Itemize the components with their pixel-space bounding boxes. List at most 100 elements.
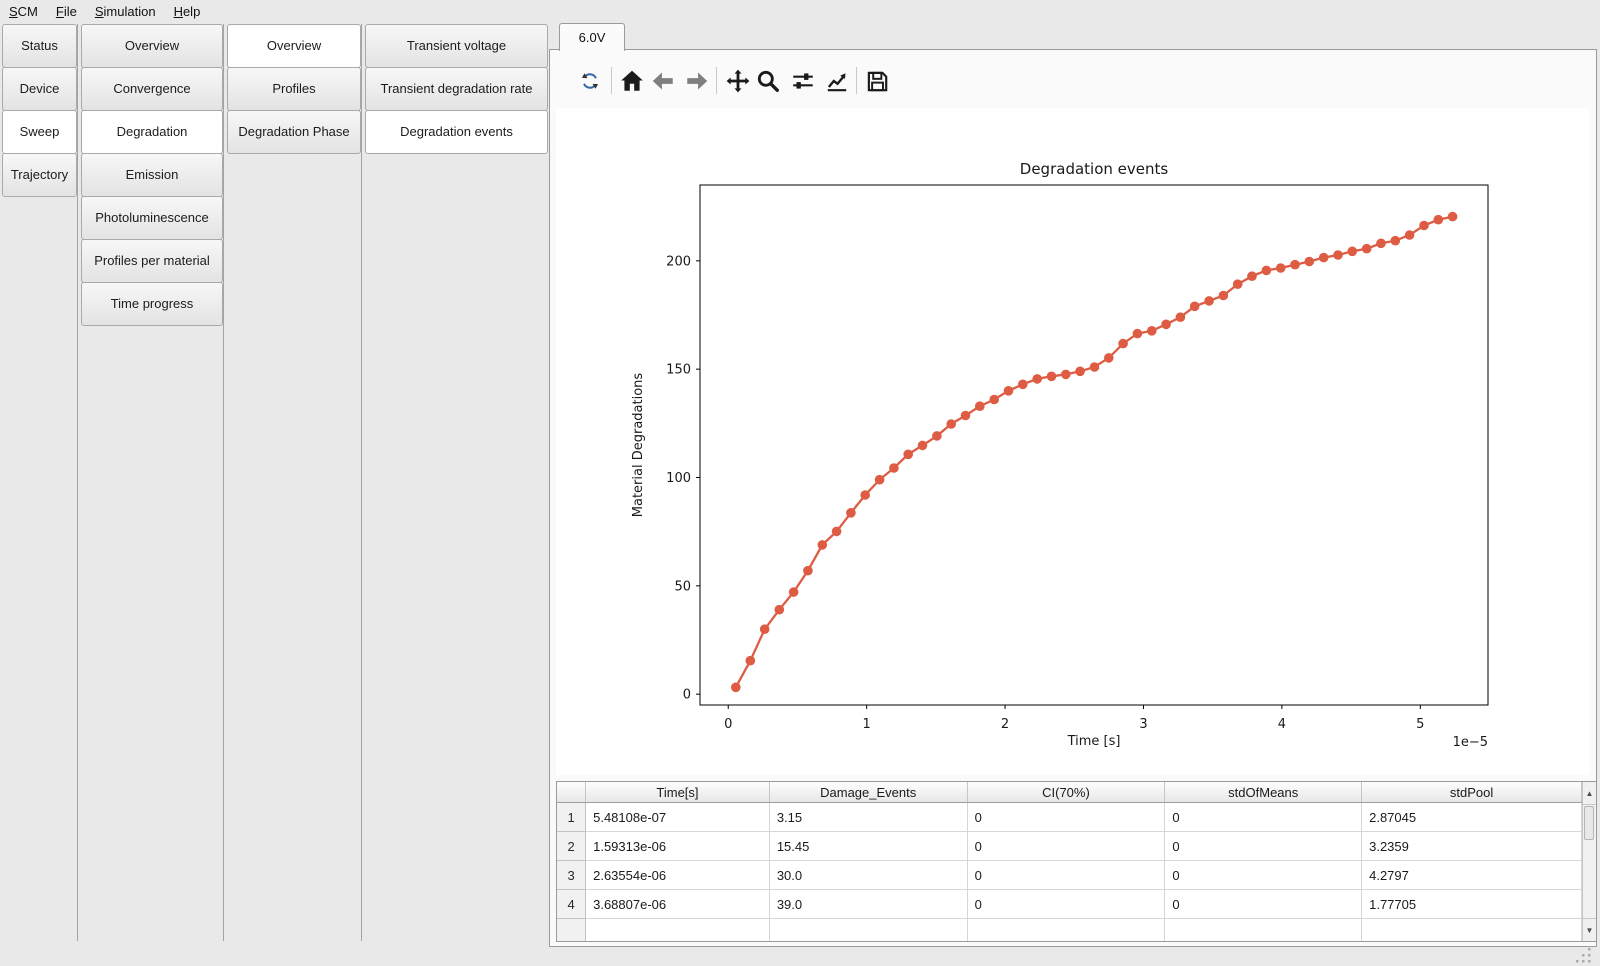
scrollbar-thumb[interactable] (1584, 806, 1594, 840)
table-cell: 0 (967, 890, 1165, 919)
column-header-time-s-[interactable]: Time[s] (586, 782, 770, 803)
scm-application-window: { "menubar": { "items": [ {"label": "SCM… (0, 0, 1600, 966)
data-point-marker (1319, 253, 1329, 263)
data-point-marker (1118, 339, 1128, 349)
data-point-marker (775, 605, 785, 615)
data-point-marker (832, 527, 842, 537)
sidebar-tab-status[interactable]: Status (2, 24, 77, 68)
degradation-table-grid: Time[s]Damage_EventsCI(70%)stdOfMeansstd… (557, 782, 1582, 942)
data-point-marker (889, 463, 899, 473)
refresh-icon (579, 70, 601, 92)
save-button[interactable] (862, 66, 892, 96)
data-point-marker (1290, 260, 1300, 270)
data-point-marker (1018, 380, 1028, 390)
y-axis-label: Material Degradations (631, 373, 646, 518)
column-header-stdpool[interactable]: stdPool (1362, 782, 1582, 803)
customize-button[interactable] (822, 66, 852, 96)
sidebar-column-separator (223, 24, 224, 941)
data-point-marker (1090, 362, 1100, 372)
tab-6.0v[interactable]: 6.0V (559, 23, 625, 51)
data-point-marker (875, 475, 885, 485)
sidebar-tab-device[interactable]: Device (2, 67, 77, 111)
data-point-marker (1448, 212, 1458, 222)
scroll-down-button[interactable]: ▼ (1583, 918, 1596, 941)
sidebar-tab-degradation-events[interactable]: Degradation events (365, 110, 548, 154)
x-axis-offset-label: 1e−5 (1453, 735, 1488, 750)
column-header-damage-events[interactable]: Damage_Events (769, 782, 967, 803)
table-vertical-scrollbar[interactable]: ▲ ▼ (1582, 782, 1596, 941)
x-tick-label: 4 (1278, 717, 1286, 732)
refresh-button[interactable] (575, 66, 605, 96)
forward-button[interactable] (682, 66, 712, 96)
column-header-ci-70-[interactable]: CI(70%) (967, 782, 1165, 803)
data-point-marker (1075, 367, 1085, 377)
sidebar-tab-sweep[interactable]: Sweep (2, 110, 77, 154)
home-icon (619, 68, 645, 94)
data-point-marker (903, 450, 913, 460)
sidebar-tab-degradation[interactable]: Degradation (81, 110, 223, 154)
menu-file[interactable]: File (47, 0, 86, 19)
subplots-icon (790, 68, 816, 94)
table-row: 43.68807e-0639.0001.77705 (557, 890, 1582, 919)
data-point-marker (1233, 279, 1243, 289)
zoom-button[interactable] (753, 66, 783, 96)
sidebar-column-separator (77, 24, 78, 941)
data-point-marker (746, 656, 756, 666)
data-point-marker (1405, 230, 1415, 240)
menu-scm[interactable]: SCM (0, 0, 47, 19)
data-point-marker (1061, 370, 1071, 380)
table-cell (1165, 919, 1362, 943)
column-header-corner[interactable] (557, 782, 586, 803)
data-point-marker (1219, 291, 1229, 301)
data-point-marker (846, 508, 856, 518)
row-number: 1 (557, 803, 586, 832)
sidebar-tab-overview[interactable]: Overview (227, 24, 361, 68)
data-point-marker (1032, 374, 1042, 384)
sidebar-column-separator (361, 24, 362, 941)
row-number: 2 (557, 832, 586, 861)
home-button[interactable] (617, 66, 647, 96)
data-point-marker (1204, 296, 1214, 306)
table-cell: 0 (967, 803, 1165, 832)
x-tick-label: 3 (1139, 717, 1147, 732)
sidebar-tab-profiles-per-material[interactable]: Profiles per material (81, 239, 223, 283)
menu-simulation[interactable]: Simulation (86, 0, 165, 19)
sidebar-tab-photoluminescence[interactable]: Photoluminescence (81, 196, 223, 240)
resize-grip-icon[interactable] (1574, 947, 1594, 965)
sidebar-tab-emission[interactable]: Emission (81, 153, 223, 197)
back-button[interactable] (648, 66, 678, 96)
sidebar-tab-degradation-phase[interactable]: Degradation Phase (227, 110, 361, 154)
back-icon (650, 68, 676, 94)
sidebar-tab-convergence[interactable]: Convergence (81, 67, 223, 111)
column-header-stdofmeans[interactable]: stdOfMeans (1165, 782, 1362, 803)
sidebar-tab-overview[interactable]: Overview (81, 24, 223, 68)
table-cell: 0 (1165, 861, 1362, 890)
sidebar-tab-profiles[interactable]: Profiles (227, 67, 361, 111)
chart-canvas[interactable]: 012345050100150200Degradation eventsTime… (556, 108, 1589, 775)
sidebar-tab-time-progress[interactable]: Time progress (81, 282, 223, 326)
pan-button[interactable] (723, 66, 753, 96)
menu-help[interactable]: Help (165, 0, 210, 19)
scroll-up-button[interactable]: ▲ (1583, 782, 1596, 805)
data-point-marker (1419, 221, 1429, 231)
data-point-marker (731, 683, 741, 693)
sidebar-tab-transient-degradation-rate[interactable]: Transient degradation rate (365, 67, 548, 111)
data-point-marker (1362, 244, 1372, 254)
sidebar-tab-transient-voltage[interactable]: Transient voltage (365, 24, 548, 68)
data-point-marker (975, 401, 985, 411)
sidebar-tab-trajectory[interactable]: Trajectory (2, 153, 77, 197)
data-point-marker (918, 441, 928, 451)
table-row: 32.63554e-0630.0004.2797 (557, 861, 1582, 890)
subplots-button[interactable] (788, 66, 818, 96)
table-cell: 2.87045 (1362, 803, 1582, 832)
table-cell: 30.0 (769, 861, 967, 890)
table-cell: 0 (967, 832, 1165, 861)
chart-title: Degradation events (1020, 160, 1169, 178)
table-cell (967, 919, 1165, 943)
data-point-marker (1004, 386, 1014, 396)
data-point-marker (1190, 302, 1200, 312)
save-icon (864, 68, 890, 94)
table-cell (586, 919, 770, 943)
table-header-row: Time[s]Damage_EventsCI(70%)stdOfMeansstd… (557, 782, 1582, 803)
toolbar-separator (856, 67, 857, 94)
